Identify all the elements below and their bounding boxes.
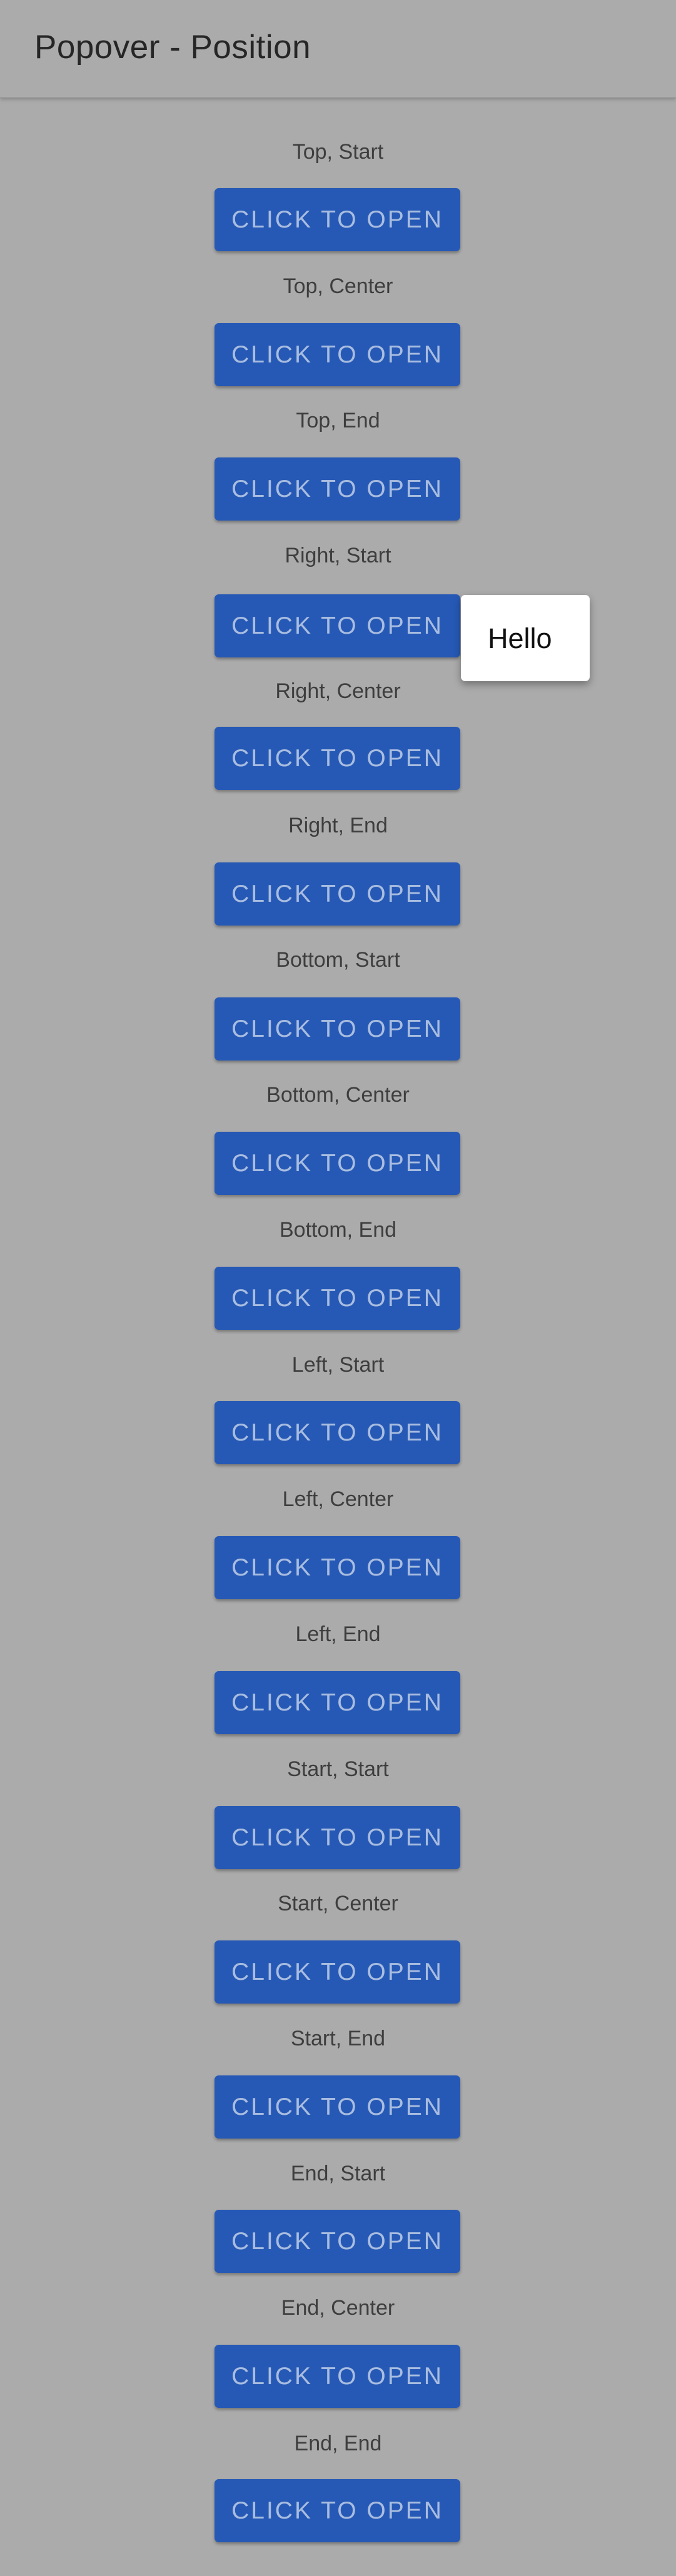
- section-label-top-center: Top, Center: [283, 274, 393, 298]
- section-label-end-end: End, End: [294, 2432, 382, 2455]
- popover: Hello: [461, 595, 590, 681]
- open-button-bottom-start[interactable]: CLICK TO OPEN: [214, 997, 460, 1061]
- section-label-left-start: Left, Start: [291, 1353, 385, 1377]
- open-button-right-center[interactable]: CLICK TO OPEN: [214, 727, 460, 790]
- section-label-left-center: Left, Center: [282, 1487, 394, 1511]
- section-label-left-end: Left, End: [295, 1622, 381, 1646]
- section-label-bottom-start: Bottom, Start: [276, 948, 400, 972]
- open-button-top-center[interactable]: CLICK TO OPEN: [214, 323, 460, 386]
- open-button-end-start[interactable]: CLICK TO OPEN: [214, 2210, 460, 2273]
- open-button-end-end[interactable]: CLICK TO OPEN: [214, 2479, 460, 2542]
- open-button-bottom-center[interactable]: CLICK TO OPEN: [214, 1132, 460, 1195]
- open-button-left-end[interactable]: CLICK TO OPEN: [214, 1671, 460, 1734]
- section-label-bottom-center: Bottom, Center: [266, 1083, 410, 1107]
- open-button-top-end[interactable]: CLICK TO OPEN: [214, 457, 460, 521]
- open-button-right-start[interactable]: CLICK TO OPEN: [214, 594, 460, 657]
- open-button-bottom-end[interactable]: CLICK TO OPEN: [214, 1267, 460, 1330]
- open-button-start-end[interactable]: CLICK TO OPEN: [214, 2075, 460, 2139]
- open-button-right-end[interactable]: CLICK TO OPEN: [214, 862, 460, 926]
- section-label-right-center: Right, Center: [275, 679, 401, 703]
- section-label-end-center: End, Center: [281, 2296, 395, 2320]
- page-title: Popover - Position: [34, 29, 311, 66]
- section-label-bottom-end: Bottom, End: [279, 1218, 397, 1242]
- section-label-right-start: Right, Start: [285, 544, 391, 567]
- section-label-start-start: Start, Start: [287, 1757, 389, 1781]
- popover-text: Hello: [488, 622, 552, 654]
- section-label-end-start: End, Start: [290, 2162, 386, 2185]
- section-label-top-end: Top, End: [296, 409, 380, 432]
- toolbar: Popover - Position: [0, 0, 676, 98]
- open-button-left-center[interactable]: CLICK TO OPEN: [214, 1536, 460, 1599]
- open-button-end-center[interactable]: CLICK TO OPEN: [214, 2345, 460, 2408]
- open-button-start-start[interactable]: CLICK TO OPEN: [214, 1806, 460, 1869]
- section-label-start-center: Start, Center: [278, 1892, 398, 1915]
- open-button-left-start[interactable]: CLICK TO OPEN: [214, 1401, 460, 1464]
- open-button-start-center[interactable]: CLICK TO OPEN: [214, 1940, 460, 2004]
- open-button-top-start[interactable]: CLICK TO OPEN: [214, 188, 460, 251]
- section-label-right-end: Right, End: [288, 814, 388, 837]
- section-label-top-start: Top, Start: [292, 140, 384, 164]
- section-label-start-end: Start, End: [290, 2027, 386, 2050]
